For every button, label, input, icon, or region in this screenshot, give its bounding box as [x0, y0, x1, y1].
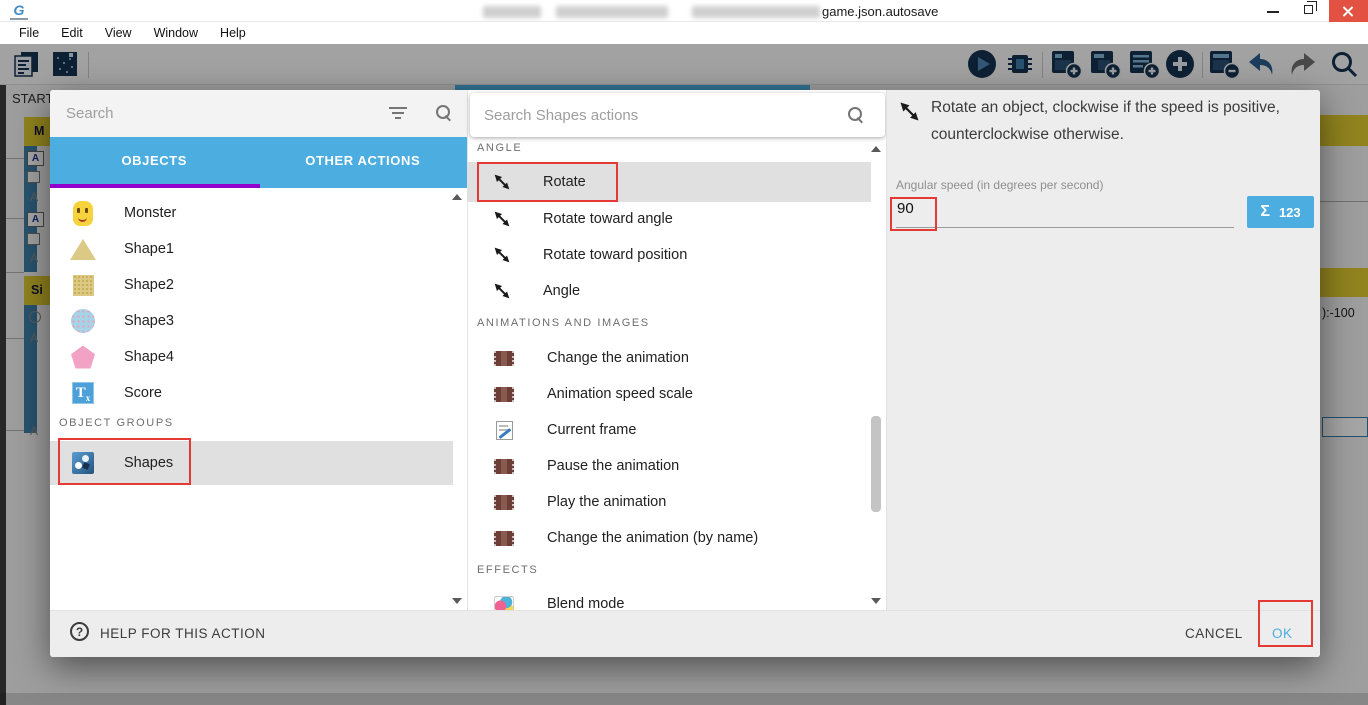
menu-window[interactable]: Window: [143, 22, 209, 44]
action-editor-dialog: OBJECTS OTHER ACTIONS Monster Shape1 Sha…: [50, 90, 1320, 657]
text-object-icon: Tx: [70, 382, 96, 404]
title-redacted-3: [692, 6, 820, 18]
action-row-change-animation[interactable]: Change the animation: [467, 340, 871, 376]
triangle-icon: [70, 238, 96, 260]
section-header-effects: EFFECTS: [477, 564, 539, 576]
menu-edit[interactable]: Edit: [50, 22, 94, 44]
actions-scrollbar-thumb[interactable]: [871, 416, 881, 512]
section-header-animations: ANIMATIONS AND IMAGES: [477, 317, 650, 329]
film-strip-icon: [491, 350, 517, 366]
frame-edit-icon: [491, 420, 517, 440]
window-title: game.json.autosave: [822, 4, 939, 19]
restore-button[interactable]: [1292, 0, 1329, 22]
menu-view[interactable]: View: [94, 22, 143, 44]
action-description: Rotate an object, clockwise if the speed…: [931, 99, 1280, 143]
dialog-footer: ? HELP FOR THIS ACTION CANCEL OK: [50, 610, 1320, 657]
title-redacted-2: [556, 6, 668, 18]
object-row-shape2[interactable]: Shape2: [50, 267, 453, 303]
rotate-icon: [494, 247, 510, 263]
screen: G game.json.autosave File Edit View Wind…: [0, 0, 1368, 705]
actions-search-input[interactable]: [484, 102, 804, 128]
rotate-icon: [494, 211, 510, 227]
object-row-shape4[interactable]: Shape4: [50, 339, 453, 375]
action-row-animation-speed-scale[interactable]: Animation speed scale: [467, 376, 871, 412]
monster-icon: [70, 200, 96, 226]
ok-button[interactable]: OK: [1272, 626, 1293, 641]
minimize-button[interactable]: [1254, 0, 1292, 22]
rotate-icon: [494, 283, 510, 299]
tab-other-actions[interactable]: OTHER ACTIONS: [259, 137, 468, 188]
rotate-icon: [494, 174, 510, 190]
actions-scroll-down[interactable]: [871, 598, 881, 604]
actions-scroll-up[interactable]: [871, 146, 881, 152]
input-underline: [896, 227, 1234, 228]
group-row-shapes[interactable]: Shapes: [50, 441, 453, 485]
left-scroll-up[interactable]: [452, 194, 462, 200]
close-button[interactable]: [1329, 0, 1368, 22]
action-row-play-animation[interactable]: Play the animation: [467, 484, 871, 520]
tab-objects[interactable]: OBJECTS: [50, 137, 259, 188]
action-detail-panel: Rotate an object, clockwise if the speed…: [886, 90, 1320, 657]
object-search-band: [50, 90, 467, 137]
search-icon: [436, 105, 452, 121]
active-tab-underline: [50, 184, 260, 188]
object-groups-header: OBJECT GROUPS: [59, 417, 174, 429]
minimize-icon: [1267, 11, 1279, 13]
action-row-rotate-toward-angle[interactable]: Rotate toward angle: [467, 201, 871, 237]
actions-search-card: [470, 93, 885, 137]
angular-speed-input[interactable]: [897, 200, 1017, 217]
action-row-pause-animation[interactable]: Pause the animation: [467, 448, 871, 484]
object-search-input[interactable]: [66, 100, 366, 126]
action-row-change-animation-by-name[interactable]: Change the animation (by name): [467, 520, 871, 556]
film-strip-icon: [491, 458, 517, 474]
window-titlebar: G game.json.autosave: [0, 0, 1368, 22]
sigma-icon: Σ: [1260, 203, 1270, 220]
restore-icon: [1304, 1, 1317, 14]
left-panel-tabs: OBJECTS OTHER ACTIONS: [50, 137, 467, 188]
help-icon: ?: [70, 622, 89, 641]
object-group-icon: [70, 452, 96, 474]
film-strip-icon: [491, 530, 517, 546]
film-strip-icon: [491, 494, 517, 510]
object-row-monster[interactable]: Monster: [50, 195, 453, 231]
left-scroll-down[interactable]: [452, 598, 462, 604]
object-row-shape3[interactable]: Shape3: [50, 303, 453, 339]
film-strip-icon: [491, 386, 517, 402]
action-row-rotate-toward-position[interactable]: Rotate toward position: [467, 237, 871, 273]
menu-bar: File Edit View Window Help: [0, 22, 1368, 44]
menu-file[interactable]: File: [8, 22, 50, 44]
cancel-button[interactable]: CANCEL: [1185, 626, 1243, 641]
circle-icon: [70, 309, 96, 333]
section-header-angle: ANGLE: [477, 142, 523, 154]
action-row-rotate[interactable]: Rotate: [467, 162, 871, 202]
menu-help[interactable]: Help: [209, 22, 257, 44]
angular-speed-label: Angular speed (in degrees per second): [896, 178, 1104, 192]
rotate-icon: [900, 102, 919, 121]
pentagon-icon: [70, 345, 96, 369]
help-link[interactable]: HELP FOR THIS ACTION: [100, 626, 266, 641]
action-row-angle[interactable]: Angle: [467, 273, 871, 309]
square-icon: [70, 274, 96, 296]
gdevelop-logo-icon: G: [10, 2, 28, 20]
search-icon: [848, 107, 864, 123]
title-redacted-1: [483, 6, 541, 18]
filter-icon[interactable]: [388, 107, 408, 119]
object-row-score[interactable]: Tx Score: [50, 375, 453, 411]
object-row-shape1[interactable]: Shape1: [50, 231, 453, 267]
expression-editor-button[interactable]: Σ 123: [1247, 196, 1314, 228]
close-icon: [1343, 6, 1353, 16]
action-row-current-frame[interactable]: Current frame: [467, 412, 871, 448]
